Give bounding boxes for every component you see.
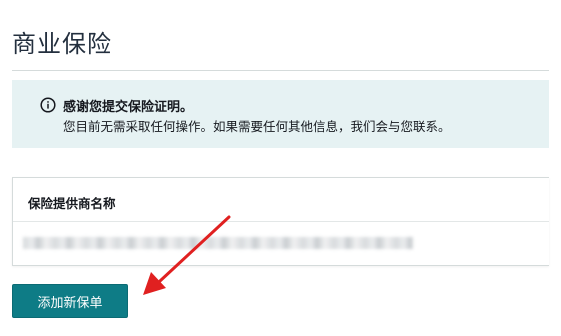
table-header: 保险提供商名称 xyxy=(13,178,549,222)
alert-body: 您目前无需采取任何操作。如果需要任何其他信息，我们会与您联系。 xyxy=(63,119,451,134)
info-alert: 感谢您提交保险证明。 您目前无需采取任何操作。如果需要任何其他信息，我们会与您联… xyxy=(12,80,549,148)
alert-title: 感谢您提交保险证明。 xyxy=(63,100,194,115)
table-row xyxy=(13,222,549,266)
info-circle-icon xyxy=(40,97,56,113)
insurance-provider-table: 保险提供商名称 xyxy=(12,177,549,266)
page-title: 商业保险 xyxy=(12,30,112,58)
commercial-insurance-page: 商业保险 感谢您提交保险证明。 您目前无需采取任何操作。如果需要任何其他信息，我… xyxy=(0,0,561,336)
column-header-provider-name: 保险提供商名称 xyxy=(28,196,116,211)
title-divider xyxy=(12,70,549,71)
add-new-policy-button[interactable]: 添加新保单 xyxy=(12,284,128,318)
redacted-provider-name xyxy=(23,237,413,249)
